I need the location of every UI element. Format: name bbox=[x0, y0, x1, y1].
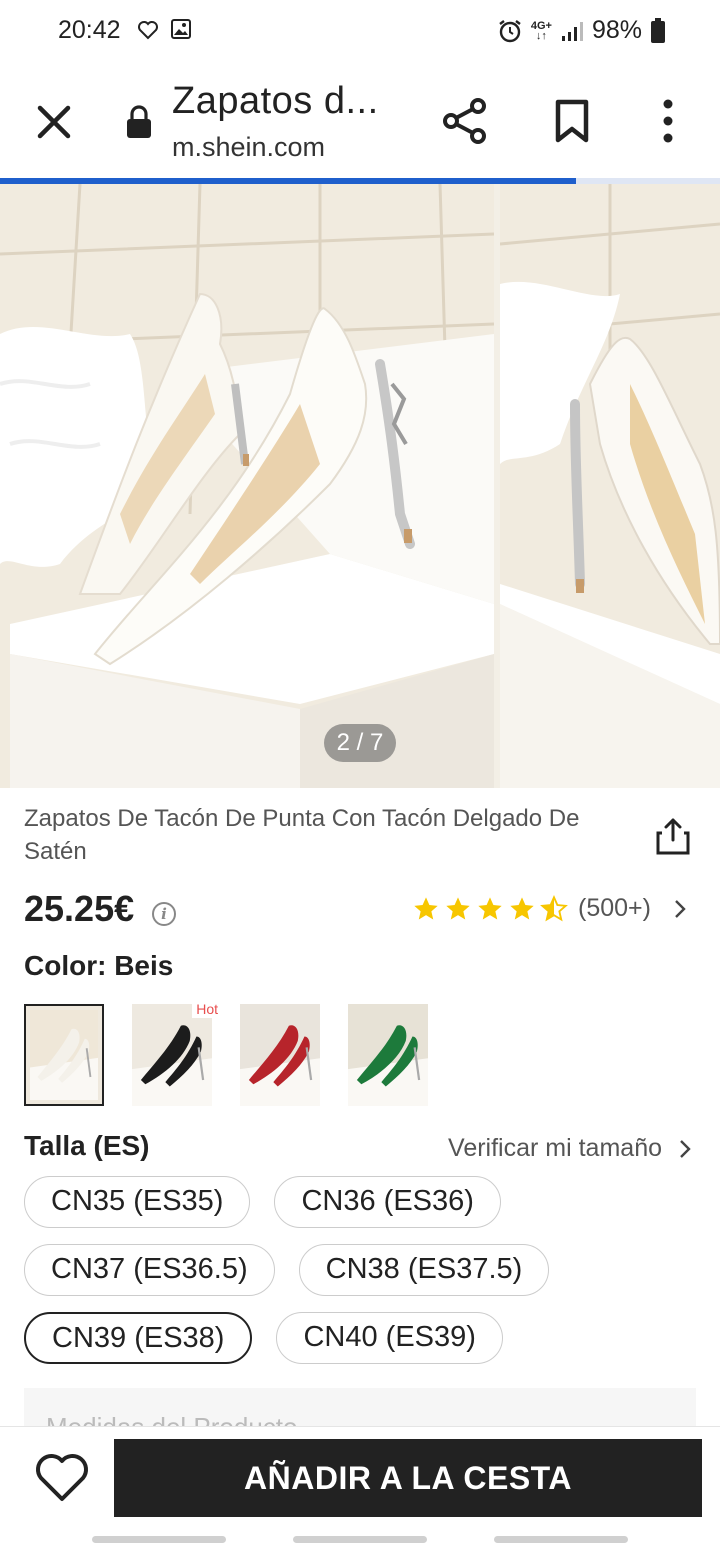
size-option-button[interactable]: CN37 (ES36.5) bbox=[24, 1244, 275, 1296]
product-image-carousel[interactable]: 2 / 7 bbox=[0, 184, 720, 788]
product-title: Zapatos De Tacón De Punta Con Tacón Delg… bbox=[24, 805, 580, 865]
color-swatch-red[interactable] bbox=[240, 1004, 320, 1106]
nav-pill bbox=[293, 1536, 427, 1543]
price-info-icon[interactable]: i bbox=[152, 902, 176, 926]
star-icon bbox=[446, 896, 470, 919]
status-bar: 20:42 4G+ ↓↑ 98% bbox=[0, 0, 720, 62]
image-counter: 2 / 7 bbox=[324, 724, 396, 762]
size-options: CN35 (ES35) CN36 (ES36) CN37 (ES36.5) CN38 … bbox=[24, 1176, 704, 1380]
browser-toolbar: Zapatos d... m.shein.com bbox=[0, 62, 720, 178]
status-time: 20:42 bbox=[58, 16, 121, 44]
chevron-right-icon bbox=[675, 899, 686, 918]
bottom-action-bar: AÑADIR A LA CESTA bbox=[0, 1426, 720, 1530]
battery-percent: 98% bbox=[591, 16, 642, 44]
product-image[interactable] bbox=[0, 184, 494, 788]
star-icon bbox=[478, 896, 502, 919]
size-label: Talla (ES) bbox=[24, 1130, 150, 1161]
size-row: CN35 (ES35) CN36 (ES36) bbox=[24, 1176, 704, 1228]
share-product-icon[interactable] bbox=[654, 816, 692, 856]
size-guide-label: Verificar mi tamaño bbox=[448, 1134, 662, 1162]
add-to-cart-button[interactable]: AÑADIR A LA CESTA bbox=[114, 1439, 702, 1517]
size-option-button[interactable]: CN35 (ES35) bbox=[24, 1176, 251, 1228]
size-option-button[interactable]: CN40 (ES39) bbox=[276, 1312, 503, 1364]
bookmark-icon[interactable] bbox=[552, 98, 592, 144]
status-left-icons bbox=[136, 18, 192, 42]
size-option-button[interactable]: CN39 (ES38) bbox=[24, 1312, 253, 1364]
size-row: CN37 (ES36.5) CN38 (ES37.5) bbox=[24, 1244, 704, 1296]
nav-pill bbox=[494, 1536, 628, 1543]
heart-icon[interactable] bbox=[34, 1451, 90, 1503]
image-icon bbox=[171, 19, 191, 39]
color-swatch-green[interactable] bbox=[348, 1004, 428, 1106]
battery-icon bbox=[651, 17, 665, 43]
star-icon bbox=[414, 896, 438, 919]
lock-icon bbox=[127, 105, 151, 138]
product-price: 25.25€ bbox=[24, 888, 135, 929]
close-icon[interactable] bbox=[32, 100, 76, 144]
rating-count: (500+) bbox=[578, 894, 651, 922]
product-image-next[interactable] bbox=[500, 184, 720, 788]
size-row: CN39 (ES38) CN40 (ES39) bbox=[24, 1312, 704, 1364]
bottom-nav-gesture-bar bbox=[0, 1536, 720, 1546]
network-type: 4G+ ↓↑ bbox=[530, 19, 552, 42]
star-icon bbox=[510, 896, 534, 919]
swatch-image bbox=[240, 1004, 320, 1106]
share-icon[interactable] bbox=[440, 96, 490, 146]
size-option-button[interactable]: CN36 (ES36) bbox=[274, 1176, 501, 1228]
page-title[interactable]: Zapatos d... bbox=[172, 80, 379, 123]
hot-badge: Hot bbox=[192, 1000, 222, 1018]
color-label: Color: Beis bbox=[24, 950, 174, 981]
chevron-right-icon bbox=[680, 1139, 691, 1158]
size-option-button[interactable]: CN38 (ES37.5) bbox=[298, 1244, 550, 1296]
color-swatch-black[interactable]: Hot bbox=[132, 1000, 222, 1106]
color-swatches: Hot bbox=[24, 1000, 428, 1106]
swatch-image bbox=[132, 1004, 212, 1106]
color-swatch-beige[interactable] bbox=[24, 1004, 104, 1106]
signal-icon bbox=[561, 21, 583, 41]
swatch-image bbox=[30, 1010, 98, 1100]
heart-outline-icon bbox=[138, 21, 158, 40]
swatch-image bbox=[348, 1004, 428, 1106]
product-rating[interactable]: (500+) bbox=[412, 894, 687, 923]
half-star-icon bbox=[540, 894, 568, 921]
size-guide-link[interactable]: Verificar mi tamaño bbox=[448, 1134, 692, 1163]
more-vertical-icon[interactable] bbox=[656, 98, 680, 144]
status-right-icons: 4G+ ↓↑ 98% bbox=[497, 16, 666, 45]
alarm-icon bbox=[499, 19, 521, 42]
nav-pill bbox=[92, 1536, 226, 1543]
page-url[interactable]: m.shein.com bbox=[172, 132, 325, 163]
product-details-section[interactable]: Medidas del Producto bbox=[24, 1388, 696, 1428]
